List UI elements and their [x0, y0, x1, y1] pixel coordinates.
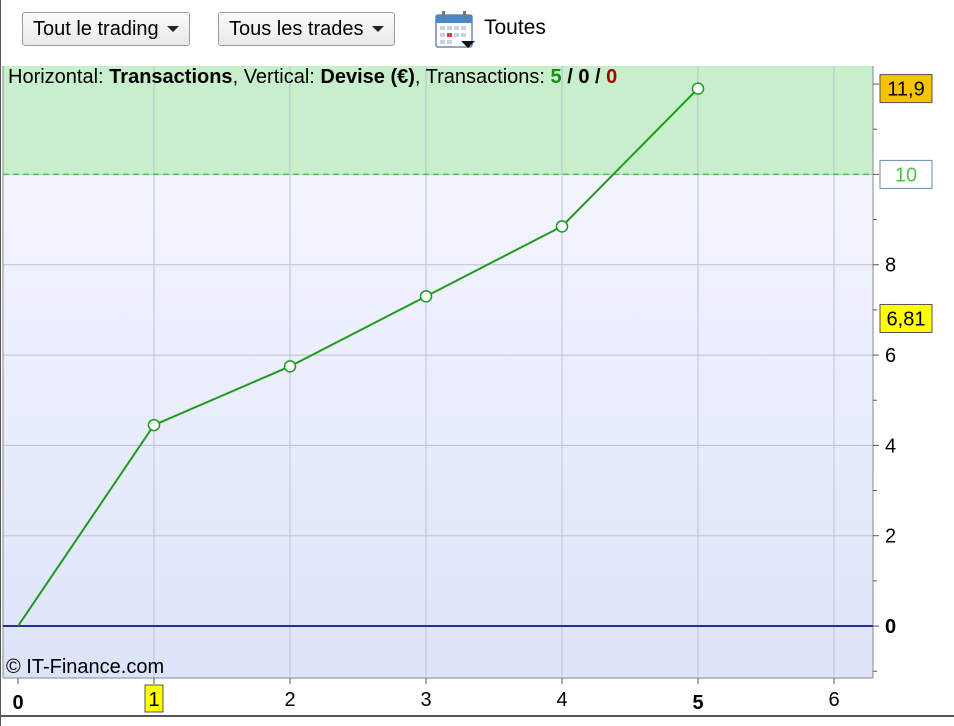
y-tick-label: 4: [885, 435, 896, 457]
y-tick-label: 2: [885, 526, 896, 548]
x-tick-label: 4: [556, 689, 567, 711]
transactions-count-red: 0: [606, 66, 618, 88]
x-tick-label: 0: [12, 692, 23, 714]
chart-area: 0 2 4 6 8 0 1 2 3 4 5 6 11,9 10 6,81: [0, 0, 954, 726]
transactions-label: Transactions:: [425, 66, 545, 88]
y-tick-label: 8: [885, 255, 896, 277]
x-tick-label: 2: [284, 689, 295, 711]
value-badge-label: 10: [895, 164, 917, 186]
x-tick-label: 3: [420, 689, 431, 711]
vertical-value: Devise (€): [320, 66, 415, 88]
calendar-icon[interactable]: [434, 10, 476, 50]
trades-filter-select[interactable]: Tous les trades: [218, 12, 395, 46]
data-point[interactable]: [419, 290, 433, 303]
value-badge-label: 6,81: [887, 308, 926, 330]
value-badge-label: 11,9: [887, 79, 924, 101]
data-point[interactable]: [555, 220, 569, 233]
copyright-notice: © IT-Finance.com: [6, 656, 165, 678]
vertical-label: Vertical:: [243, 66, 315, 88]
transactions-count-total: 5: [550, 66, 562, 88]
horizontal-label: Horizontal:: [8, 66, 104, 88]
chevron-down-icon: [371, 26, 384, 32]
trades-filter-label: Tous les trades: [229, 18, 364, 40]
x-tick-label: 5: [692, 692, 703, 714]
x-axis-ticks: 0 1 2 3 4 5 6: [12, 678, 840, 714]
value-badges: 11,9 10 6,81: [879, 74, 933, 333]
horizontal-value: Transactions: [109, 66, 233, 88]
chevron-down-icon: [166, 26, 179, 32]
y-tick-label: 0: [885, 616, 896, 638]
period-label[interactable]: Toutes: [484, 16, 546, 40]
transactions-count-zero: 0: [578, 66, 590, 88]
y-tick-label: 6: [885, 345, 896, 367]
x-tick-label: 1: [148, 689, 159, 711]
data-point[interactable]: [283, 360, 297, 373]
data-point[interactable]: [147, 418, 161, 432]
trading-filter-select[interactable]: Tout le trading: [22, 12, 190, 46]
count-separator: /: [595, 66, 601, 88]
chart-info-bar: Horizontal: Transactions, Vertical: Devi…: [8, 66, 618, 88]
count-separator: /: [567, 66, 573, 88]
data-point[interactable]: [691, 82, 705, 95]
x-tick-label: 6: [828, 689, 839, 711]
trading-filter-label: Tout le trading: [33, 18, 159, 40]
